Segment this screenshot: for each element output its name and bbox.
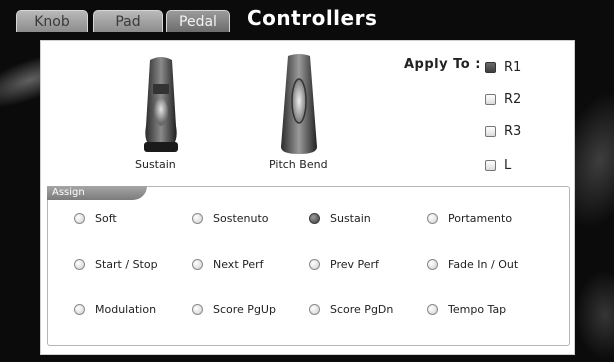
checkbox-label: R3 [504,123,522,139]
radio-button[interactable] [309,212,320,224]
apply-to-l-checkbox[interactable]: L [485,157,511,173]
radio-label: Sustain [330,211,371,225]
radio-label: Start / Stop [95,257,158,271]
checkbox-box[interactable] [485,93,496,105]
page-title: Controllers [247,6,378,30]
radio-label: Next Perf [213,257,264,271]
radio-button[interactable] [427,258,438,270]
assign-option-prev-perf[interactable]: Prev Perf [309,256,379,272]
radio-button[interactable] [309,258,320,270]
checkbox-box[interactable] [485,159,496,171]
radio-label: Portamento [448,211,513,225]
assign-option-portamento[interactable]: Portamento [427,210,512,226]
radio-label: Score PgUp [213,302,276,316]
tab-knob[interactable]: Knob [16,10,88,32]
radio-button[interactable] [74,303,85,315]
assign-option-soft[interactable]: Soft [74,210,117,226]
radio-button[interactable] [427,212,438,224]
radio-button[interactable] [192,258,203,270]
radio-button[interactable] [74,212,85,224]
radio-button[interactable] [192,212,203,224]
assign-option-next-perf[interactable]: Next Perf [192,256,264,272]
background-streak [575,270,614,360]
assign-option-sustain[interactable]: Sustain [309,210,371,226]
assign-option-score-pgup[interactable]: Score PgUp [192,301,276,317]
radio-label: Score PgDn [330,302,394,316]
assign-title: Assign [52,187,85,198]
top-bar: Knob Pad Pedal Controllers [0,0,614,34]
radio-label: Prev Perf [330,257,379,271]
assign-option-fade-in-out[interactable]: Fade In / Out [427,256,518,272]
checkbox-label: R2 [504,91,522,107]
checkbox-label: R1 [504,59,522,75]
sustain-pedal-label: Sustain [135,158,176,171]
checkbox-box[interactable] [485,125,496,137]
radio-label: Soft [95,211,117,225]
assign-option-tempo-tap[interactable]: Tempo Tap [427,301,506,317]
controller-panel: Sustain Pitch Bend Apply To : R1 R2 R3 L… [40,40,575,355]
radio-button[interactable] [192,303,203,315]
radio-button[interactable] [309,303,320,315]
assign-option-start-stop[interactable]: Start / Stop [74,256,158,272]
pitch-bend-pedal-label: Pitch Bend [269,158,328,171]
apply-to-label: Apply To : [404,57,481,72]
radio-label: Fade In / Out [448,257,519,271]
radio-button[interactable] [74,258,85,270]
apply-to-r2-checkbox[interactable]: R2 [485,91,521,107]
radio-label: Tempo Tap [448,302,507,316]
assign-option-sostenuto[interactable]: Sostenuto [192,210,269,226]
radio-label: Sostenuto [213,211,269,225]
assign-option-modulation[interactable]: Modulation [74,301,156,317]
tab-pad[interactable]: Pad [93,10,163,32]
radio-label: Modulation [95,302,157,316]
tab-pedal[interactable]: Pedal [166,10,230,32]
sustain-pedal-icon[interactable] [136,56,186,154]
apply-to-r3-checkbox[interactable]: R3 [485,123,521,139]
pitch-bend-pedal-icon[interactable] [279,53,319,156]
checkbox-label: L [504,157,512,173]
checkbox-box[interactable] [485,61,496,73]
apply-to-r1-checkbox[interactable]: R1 [485,59,521,75]
radio-button[interactable] [427,303,438,315]
assign-option-score-pgdn[interactable]: Score PgDn [309,301,393,317]
